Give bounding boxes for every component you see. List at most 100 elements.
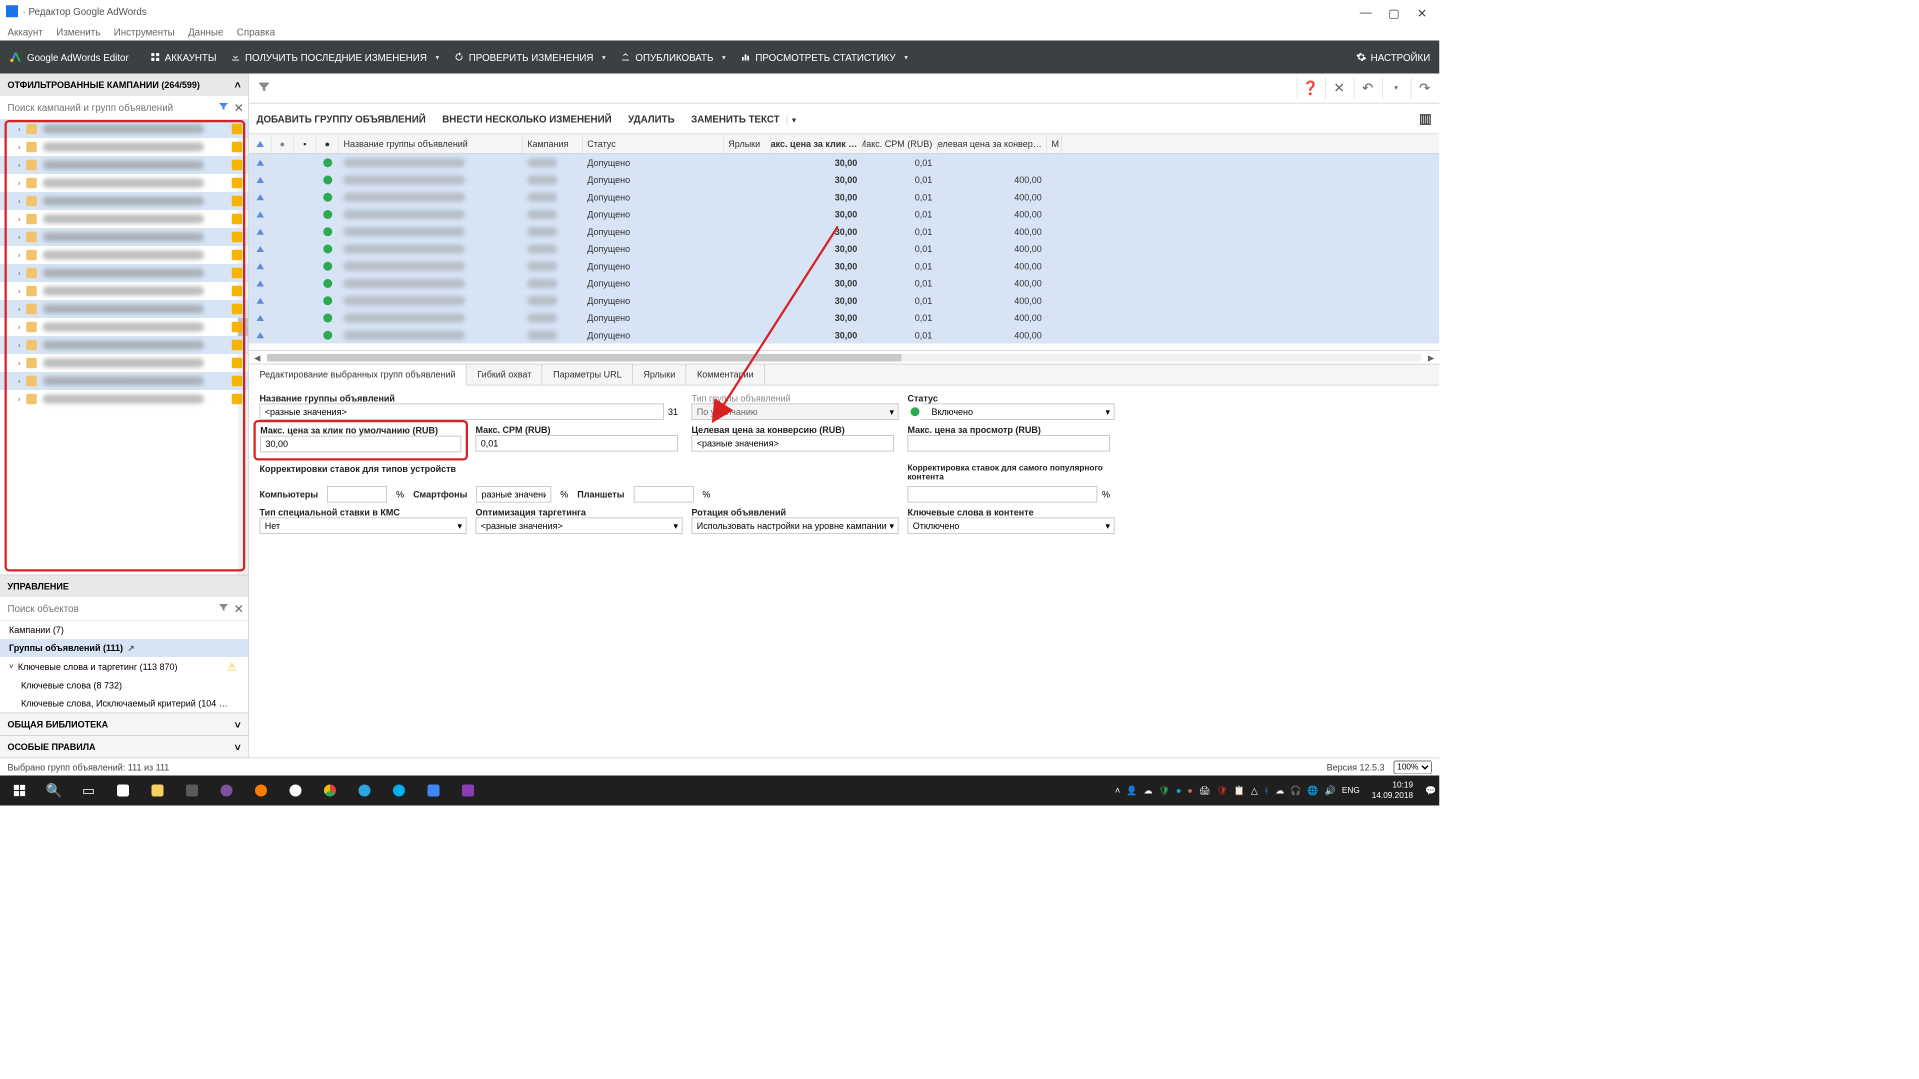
- campaign-tree-item[interactable]: ›: [0, 138, 248, 156]
- check-changes-button[interactable]: ПРОВЕРИТЬ ИЗМЕНЕНИЯ: [454, 51, 607, 62]
- col-max-cpm[interactable]: Макс. CPM (RUB): [863, 134, 938, 153]
- grid-row[interactable]: Допущено30,000,01: [249, 154, 1439, 171]
- grid-row[interactable]: Допущено30,000,01400,00: [249, 188, 1439, 205]
- tray-onedrive-icon[interactable]: ☁: [1275, 785, 1284, 796]
- tray-printer-icon[interactable]: 🖨: [1199, 785, 1210, 796]
- tab-comments[interactable]: Комментарии: [686, 365, 764, 385]
- view-stats-button[interactable]: ПРОСМОТРЕТЬ СТАТИСТИКУ: [740, 51, 909, 62]
- menu-data[interactable]: Данные: [188, 26, 223, 37]
- group-type-select[interactable]: [692, 404, 899, 421]
- minimize-button[interactable]: —: [1360, 6, 1371, 17]
- yandex-icon[interactable]: [279, 776, 312, 806]
- system-tray[interactable]: ˄ 👤 ☁ 🛡 ● ● 🖨 🛡 📋 △ ᚼ ☁ 🎧 🌐 🔊 ENG 10:19 …: [1115, 780, 1436, 801]
- delete-button[interactable]: УДАЛИТЬ: [628, 113, 675, 124]
- chrome-icon[interactable]: [314, 776, 347, 806]
- close-button[interactable]: ✕: [1417, 6, 1428, 17]
- col-labels[interactable]: Ярлыки: [724, 134, 771, 153]
- menu-tools[interactable]: Инструменты: [114, 26, 175, 37]
- smartphones-input[interactable]: [476, 486, 551, 503]
- max-cpm-input[interactable]: [476, 435, 679, 452]
- tray-chevron-up-icon[interactable]: ˄: [1115, 785, 1120, 796]
- special-rules-header[interactable]: ОСОБЫЕ ПРАВИЛА ˅: [0, 735, 248, 758]
- management-header[interactable]: УПРАВЛЕНИЕ: [0, 575, 248, 598]
- publish-button[interactable]: ОПУБЛИКОВАТЬ: [620, 51, 726, 62]
- tab-labels[interactable]: Ярлыки: [633, 365, 687, 385]
- undo-icon[interactable]: ↶: [1354, 78, 1375, 99]
- campaign-tree-item[interactable]: ›: [0, 354, 248, 372]
- firefox-icon[interactable]: [245, 776, 278, 806]
- campaign-tree-item[interactable]: ›: [0, 228, 248, 246]
- grid-row[interactable]: Допущено30,000,01400,00: [249, 206, 1439, 223]
- tray-app-icon[interactable]: ●: [1187, 785, 1192, 796]
- obj-keywords[interactable]: Ключевые слова (8 732): [0, 677, 248, 695]
- obj-neg-keywords[interactable]: Ключевые слова, Исключаемый критерий (10…: [0, 695, 248, 713]
- tab-flex-reach[interactable]: Гибкий охват: [467, 365, 543, 385]
- obj-kw-targeting[interactable]: ˅ Ключевые слова и таргетинг (113 870)⚠: [0, 657, 248, 677]
- col-status-dot[interactable]: ●: [272, 134, 295, 153]
- close-filter-icon[interactable]: ✕: [1325, 78, 1346, 99]
- grid-row[interactable]: Допущено30,000,01400,00: [249, 275, 1439, 292]
- clear-search-icon[interactable]: ✕: [234, 100, 244, 115]
- col-target-conv[interactable]: Целевая цена за конвер…: [938, 134, 1048, 153]
- maximize-button[interactable]: ▢: [1388, 6, 1399, 17]
- col-name[interactable]: Название группы объявлений: [339, 134, 523, 153]
- taskbar-clock[interactable]: 10:19 14.09.2018: [1366, 780, 1419, 801]
- col-m[interactable]: М: [1047, 134, 1062, 153]
- campaign-tree[interactable]: ››››››››››››››››: [0, 120, 248, 575]
- undo-dropdown-icon[interactable]: ▾: [1382, 78, 1403, 99]
- tray-network-icon[interactable]: 🌐: [1307, 785, 1318, 796]
- special-bid-select[interactable]: [260, 518, 467, 535]
- computers-input[interactable]: [327, 486, 387, 503]
- tray-bluetooth-icon[interactable]: ᚼ: [1264, 785, 1269, 796]
- campaign-tree-item[interactable]: ›: [0, 300, 248, 318]
- grid-horizontal-scrollbar[interactable]: ◄►: [249, 350, 1439, 364]
- campaign-tree-item[interactable]: ›: [0, 318, 248, 336]
- col-comment[interactable]: ▪: [294, 134, 317, 153]
- tray-gdrive-icon[interactable]: △: [1251, 785, 1258, 796]
- columns-menu-icon[interactable]: ▥: [1419, 111, 1432, 127]
- kw-content-select[interactable]: [908, 518, 1115, 535]
- col-enabled[interactable]: ●: [317, 134, 340, 153]
- ad-rotation-select[interactable]: [692, 518, 899, 535]
- grid-row[interactable]: Допущено30,000,01400,00: [249, 171, 1439, 188]
- campaign-tree-item[interactable]: ›: [0, 372, 248, 390]
- task-view-icon[interactable]: ▭: [72, 776, 105, 806]
- add-group-button[interactable]: ДОБАВИТЬ ГРУППУ ОБЪЯВЛЕНИЙ: [257, 113, 426, 124]
- max-cpc-input[interactable]: [260, 436, 461, 453]
- targeting-opt-select[interactable]: [476, 518, 683, 535]
- campaign-tree-item[interactable]: ›: [0, 192, 248, 210]
- tray-clipboard-icon[interactable]: 📋: [1234, 785, 1245, 796]
- redo-icon[interactable]: ↷: [1411, 78, 1432, 99]
- filtered-campaigns-header[interactable]: ОТФИЛЬТРОВАННЫЕ КАМПАНИИ (264/599) ˄: [0, 74, 248, 97]
- tray-cloud-icon[interactable]: ☁: [1144, 785, 1153, 796]
- campaign-tree-item[interactable]: ›: [0, 156, 248, 174]
- campaign-tree-item[interactable]: ›: [0, 282, 248, 300]
- col-campaign[interactable]: Кампания: [523, 134, 583, 153]
- app-icon[interactable]: [452, 776, 485, 806]
- status-select[interactable]: [921, 404, 1114, 421]
- menu-edit[interactable]: Изменить: [56, 26, 100, 37]
- tray-volume-icon[interactable]: 🔊: [1325, 785, 1336, 796]
- tray-headphones-icon[interactable]: 🎧: [1290, 785, 1301, 796]
- menu-help[interactable]: Справка: [237, 26, 275, 37]
- filter-icon[interactable]: [217, 101, 229, 115]
- tray-people-icon[interactable]: 👤: [1126, 785, 1137, 796]
- campaign-tree-item[interactable]: ›: [0, 264, 248, 282]
- clear-search-icon[interactable]: ✕: [234, 601, 244, 616]
- notifications-icon[interactable]: 💬: [1425, 785, 1436, 796]
- campaign-tree-item[interactable]: ›: [0, 390, 248, 408]
- tray-skype-icon[interactable]: ●: [1176, 785, 1181, 796]
- help-icon[interactable]: ❓: [1297, 78, 1318, 99]
- telegram-icon[interactable]: [348, 776, 381, 806]
- campaign-tree-item[interactable]: ›: [0, 174, 248, 192]
- get-changes-button[interactable]: ПОЛУЧИТЬ ПОСЛЕДНИЕ ИЗМЕНЕНИЯ: [230, 51, 440, 62]
- file-explorer-icon[interactable]: [141, 776, 174, 806]
- filter-icon[interactable]: [257, 80, 272, 97]
- grid-row[interactable]: Допущено30,000,01400,00: [249, 257, 1439, 274]
- store-icon[interactable]: [176, 776, 209, 806]
- tablets-input[interactable]: [633, 486, 693, 503]
- grid-row[interactable]: Допущено30,000,01400,00: [249, 240, 1439, 257]
- col-max-cpc[interactable]: Макс. цена за клик …: [771, 134, 863, 153]
- grid-row[interactable]: Допущено30,000,01400,00: [249, 292, 1439, 309]
- start-button[interactable]: [3, 776, 36, 806]
